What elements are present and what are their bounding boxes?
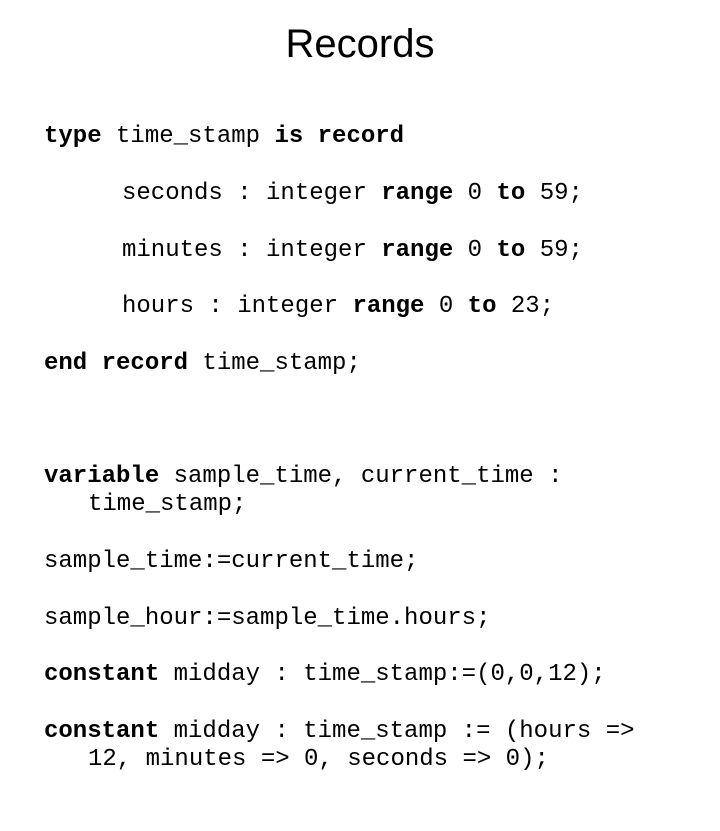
kw-constant: constant	[44, 718, 159, 745]
kw-range: range	[352, 293, 424, 320]
txt: 0	[453, 237, 496, 264]
kw-end-record: end record	[44, 350, 188, 377]
txt: midday : time_stamp := (hours => 12, min…	[88, 718, 649, 773]
code-line-3: minutes : integer range 0 to 59;	[122, 237, 690, 265]
txt: 0	[453, 180, 496, 207]
slide: Records type time_stamp is record second…	[0, 22, 720, 562]
blank-line	[44, 406, 690, 434]
code-line-7: sample_time:=current_time;	[44, 548, 690, 576]
txt: 59;	[525, 237, 583, 264]
code-line-2: seconds : integer range 0 to 59;	[122, 180, 690, 208]
txt: 0	[424, 293, 467, 320]
kw-constant: constant	[44, 661, 159, 688]
txt: 59;	[525, 180, 583, 207]
code-block: type time_stamp is record seconds : inte…	[44, 95, 690, 831]
txt: sample_time, current_time : time_stamp;	[88, 463, 577, 518]
kw-range: range	[381, 237, 453, 264]
kw-is-record: is record	[274, 123, 404, 150]
code-line-8: sample_hour:=sample_time.hours;	[44, 605, 690, 633]
slide-title: Records	[0, 22, 720, 67]
txt: hours : integer	[122, 293, 352, 320]
kw-to: to	[496, 180, 525, 207]
kw-range: range	[381, 180, 453, 207]
kw-variable: variable	[44, 463, 159, 490]
code-line-6: variable sample_time, current_time : tim…	[44, 463, 690, 520]
txt: seconds : integer	[122, 180, 381, 207]
txt: time_stamp	[102, 123, 275, 150]
txt: time_stamp;	[188, 350, 361, 377]
code-line-1: type time_stamp is record	[44, 123, 690, 151]
code-line-5: end record time_stamp;	[44, 350, 690, 378]
code-line-9: constant midday : time_stamp:=(0,0,12);	[44, 661, 690, 689]
txt: minutes : integer	[122, 237, 381, 264]
txt: 23;	[496, 293, 554, 320]
code-line-10: constant midday : time_stamp := (hours =…	[44, 718, 690, 775]
kw-type: type	[44, 123, 102, 150]
txt: midday : time_stamp:=(0,0,12);	[159, 661, 605, 688]
kw-to: to	[496, 237, 525, 264]
kw-to: to	[468, 293, 497, 320]
code-line-4: hours : integer range 0 to 23;	[122, 293, 690, 321]
